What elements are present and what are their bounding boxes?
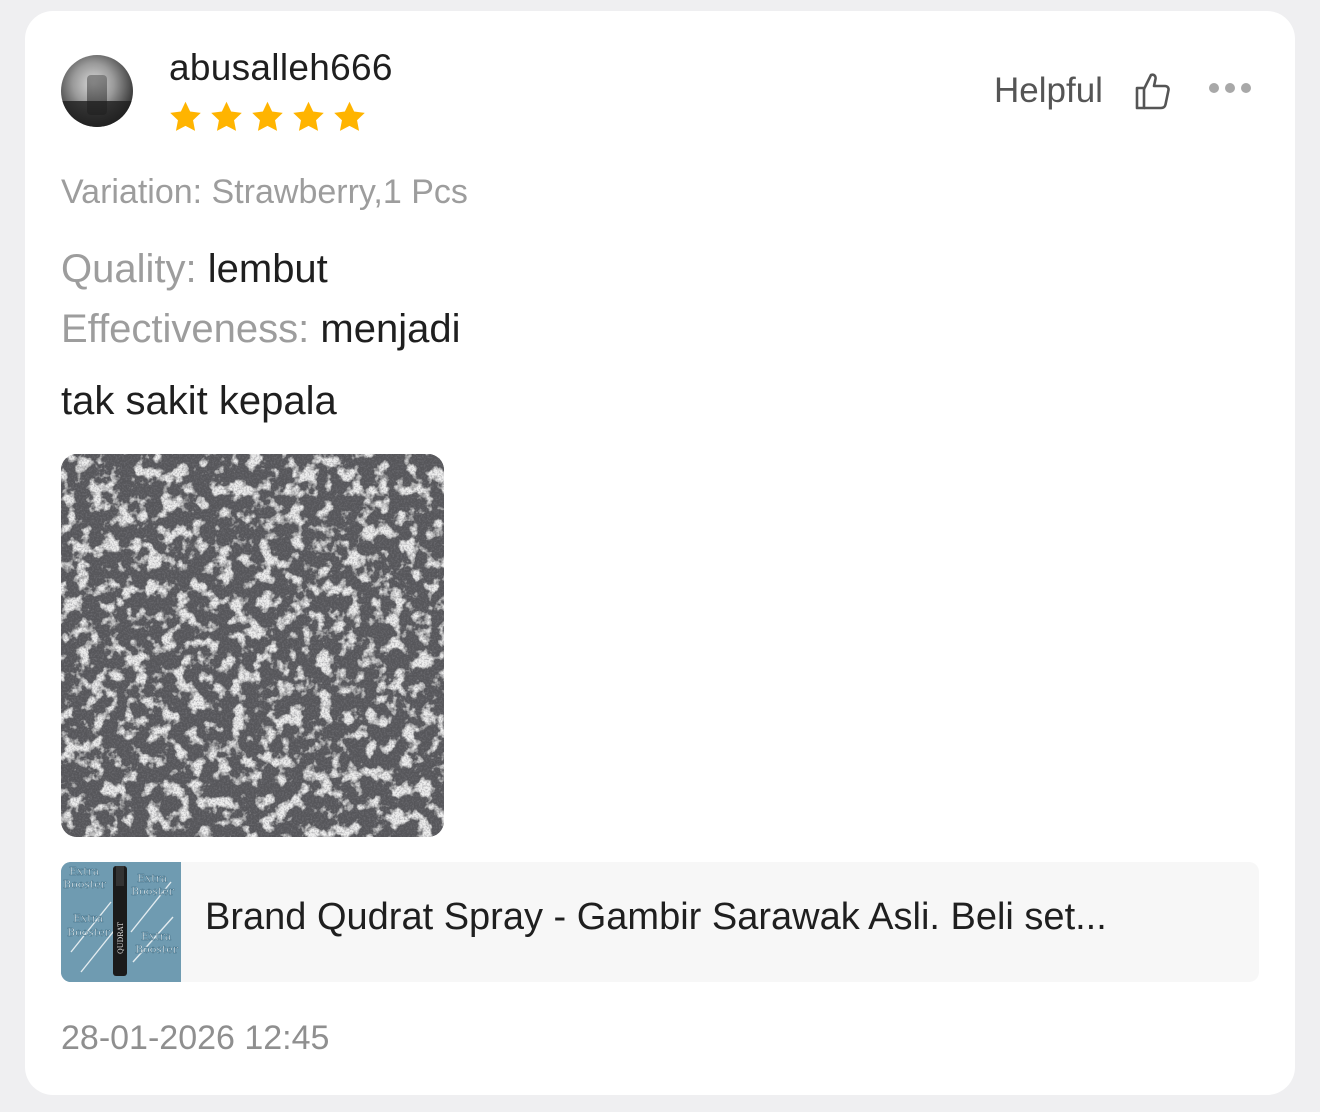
review-timestamp: 28-01-2026 12:45	[61, 1019, 330, 1057]
thumb-text-booster: Booster	[63, 878, 107, 891]
star-icon	[331, 99, 368, 136]
quality-label: Quality:	[61, 247, 197, 291]
effectiveness-attribute: Effectiveness: menjadi	[61, 307, 460, 352]
product-title[interactable]: Brand Qudrat Spray - Gambir Sarawak Asli…	[205, 896, 1235, 939]
variation-text: Variation: Strawberry,1 Pcs	[61, 173, 468, 211]
user-avatar[interactable]	[61, 55, 133, 127]
review-comment: tak sakit kepala	[61, 379, 337, 423]
avatar-ground	[61, 101, 133, 127]
thumb-text-extra: Extra	[69, 865, 100, 878]
thumb-text-extra: Extra	[137, 872, 168, 885]
thumb-text-extra: Extra	[73, 912, 104, 925]
more-dot	[1209, 83, 1219, 93]
more-dot	[1241, 83, 1251, 93]
star-rating	[167, 99, 368, 136]
product-thumbnail: Extra Booster Extra Booster Extra Booste…	[61, 862, 181, 982]
quality-value: lembut	[207, 247, 328, 291]
effectiveness-value: menjadi	[320, 307, 461, 351]
quality-attribute: Quality: lembut	[61, 247, 328, 292]
star-icon	[249, 99, 286, 136]
reviewer-name: abusalleh666	[169, 47, 393, 88]
review-card: abusalleh666 Helpful Variation: Strawber…	[25, 11, 1295, 1095]
more-options-button[interactable]	[1209, 83, 1251, 93]
thumb-text-booster: Booster	[131, 885, 175, 898]
thumb-brand-text: QUDRAT	[117, 922, 125, 954]
product-link[interactable]: Extra Booster Extra Booster Extra Booste…	[61, 862, 1259, 982]
star-icon	[167, 99, 204, 136]
thumb-text-extra: Extra	[141, 930, 172, 943]
thumbs-up-icon[interactable]	[1133, 71, 1171, 111]
star-icon	[290, 99, 327, 136]
star-icon	[208, 99, 245, 136]
thumb-text-booster: Booster	[67, 926, 111, 939]
thumb-text-booster: Booster	[135, 943, 179, 956]
more-dot	[1225, 83, 1235, 93]
review-photo[interactable]	[61, 454, 444, 837]
effectiveness-label: Effectiveness:	[61, 307, 310, 351]
helpful-label[interactable]: Helpful	[994, 71, 1103, 111]
